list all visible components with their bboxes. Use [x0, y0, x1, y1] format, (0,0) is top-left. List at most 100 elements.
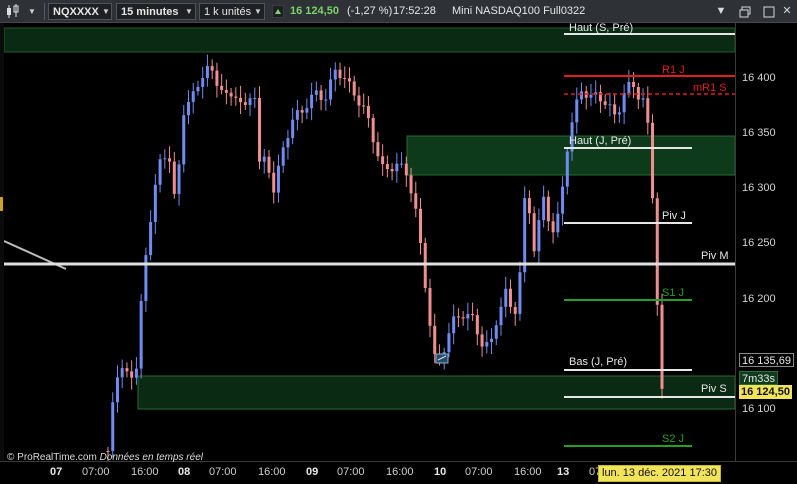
candle-body — [205, 66, 209, 78]
candle-body — [523, 198, 527, 273]
candle-body — [409, 175, 413, 194]
watermark-note: Données en temps réel — [99, 452, 203, 463]
current-price-badge: 16 135,69 — [739, 353, 794, 367]
candle-body — [490, 338, 494, 343]
candle-body — [144, 255, 148, 301]
price-axis[interactable]: 16 400 16 350 16 300 16 250 16 200 16 15… — [735, 23, 797, 461]
x-tick: 07:00 — [209, 466, 237, 478]
candle-body — [513, 306, 517, 314]
units-label: 1 k unités — [204, 6, 252, 18]
candle-body — [504, 288, 508, 307]
candle-body — [182, 115, 186, 165]
y-tick: 16 200 — [742, 293, 776, 305]
price-time: 17:52:28 — [393, 5, 436, 17]
label-piv-m: Piv M — [701, 250, 729, 262]
candle-body — [532, 213, 536, 252]
candle-body — [480, 334, 484, 347]
candle-body — [111, 402, 115, 451]
chevron-down-icon[interactable]: ▼ — [254, 3, 262, 20]
candle-body — [660, 304, 664, 389]
label-s2-j: S2 J — [662, 433, 685, 445]
candle-body — [295, 110, 299, 120]
chart-toolbar: ▼ NQXXXX ▼ 15 minutes ▼ 1 k unités ▼ 16 … — [0, 0, 797, 23]
label-r1-j: R1 J — [662, 64, 685, 76]
candle-body — [471, 314, 475, 316]
candle-body — [324, 99, 328, 101]
candle-body — [655, 198, 659, 305]
candle-body — [395, 163, 399, 172]
instrument-name: Mini NASDAQ100 Full0322 — [452, 5, 586, 17]
candle-body — [466, 314, 470, 319]
candle-body — [589, 94, 593, 98]
timeframe-label: 15 minutes — [121, 6, 179, 18]
candle-body — [357, 95, 361, 106]
candle-body — [542, 196, 546, 221]
candle-body — [527, 198, 531, 214]
x-tick: 10 — [434, 466, 447, 478]
candle-body — [343, 78, 347, 80]
candle-body — [366, 105, 370, 119]
candle-body — [428, 287, 432, 326]
x-tick: 07:00 — [82, 466, 110, 478]
candle-body — [229, 92, 233, 97]
candle-body — [262, 156, 266, 162]
candle-body — [404, 163, 408, 176]
candle-body — [220, 85, 224, 91]
candle-body — [253, 98, 257, 100]
candle-body — [494, 325, 498, 339]
price-change: (-1,27 %) — [347, 5, 393, 17]
y-tick: 16 100 — [742, 403, 776, 415]
candle-body — [239, 97, 243, 103]
position-marker — [0, 197, 3, 211]
candle-body — [196, 86, 200, 92]
candle-body — [139, 300, 143, 369]
candle-body — [371, 118, 375, 143]
candle-body — [191, 91, 195, 102]
y-tick: 16 350 — [742, 127, 776, 139]
candle-body — [551, 221, 555, 233]
event-marker-icon[interactable] — [435, 353, 449, 364]
label-haut-j-pre: Haut (J, Pré) — [569, 135, 632, 147]
candle-body — [168, 158, 172, 162]
chevron-up-icon — [271, 4, 285, 19]
candle-body — [400, 163, 404, 165]
candle-body — [215, 70, 219, 86]
timeframe-selector[interactable]: 15 minutes — [116, 3, 196, 20]
chevron-down-icon[interactable]: ▼ — [28, 3, 36, 20]
candle-body — [291, 119, 295, 139]
y-tick: 16 250 — [742, 237, 776, 249]
x-tick: 09 — [306, 466, 319, 478]
candle-body — [452, 316, 456, 334]
candle-body — [115, 377, 119, 403]
candle-body — [338, 69, 342, 79]
candle-body — [158, 159, 162, 185]
candle-body — [153, 184, 157, 222]
time-axis[interactable]: 07 07:00 16:00 08 07:00 16:00 09 07:00 1… — [0, 461, 797, 484]
candle-body — [201, 77, 205, 87]
candle-body — [433, 325, 437, 355]
candle-body — [134, 368, 138, 378]
label-mr1-s: mR1 S — [693, 82, 727, 94]
restore-window-icon[interactable] — [737, 4, 753, 19]
candle-body — [310, 94, 314, 109]
chevron-down-icon[interactable]: ▼ — [185, 3, 193, 20]
chevron-down-icon[interactable]: ▼ — [102, 3, 110, 20]
candle-body — [622, 93, 626, 113]
candle-body — [381, 156, 385, 165]
candle-body — [224, 90, 228, 93]
close-icon[interactable]: ✕ — [779, 4, 795, 19]
price-chart[interactable] — [4, 23, 735, 461]
label-bas-j-pre: Bas (J, Pré) — [569, 356, 628, 368]
candle-body — [499, 306, 503, 326]
candlestick-icon[interactable] — [4, 2, 22, 21]
candle-body — [248, 98, 252, 105]
minimize-icon[interactable] — [761, 4, 777, 19]
x-tick: 07:00 — [337, 466, 365, 478]
chevron-down-icon[interactable]: ▼ — [713, 4, 729, 19]
candle-body — [575, 99, 579, 123]
x-tick: 07:00 — [465, 466, 493, 478]
label-s1-j: S1 J — [662, 287, 685, 299]
candle-body — [120, 368, 124, 378]
candle-body — [414, 193, 418, 209]
candle-body — [613, 104, 617, 115]
